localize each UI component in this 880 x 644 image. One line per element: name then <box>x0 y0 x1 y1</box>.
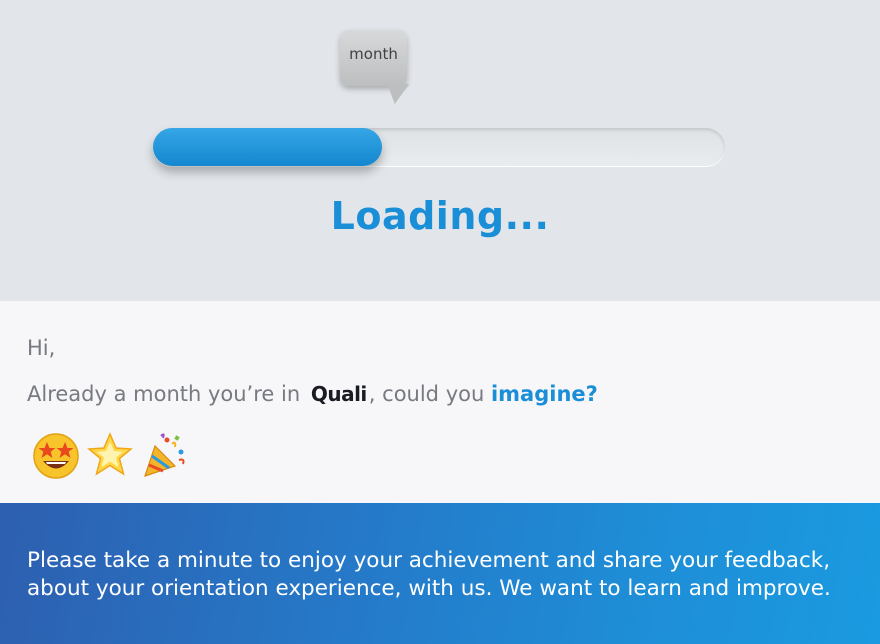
brand-name: Quali <box>310 382 367 406</box>
glowing-star-icon <box>85 430 135 480</box>
loading-label: Loading... <box>330 194 550 238</box>
month-tooltip-label: month <box>349 45 398 63</box>
quali-logo: Quali <box>311 382 367 406</box>
star-struck-face-icon <box>31 430 81 480</box>
message-accent: imagine? <box>490 382 598 406</box>
tooltip-tail <box>380 84 410 104</box>
greeting: Hi, <box>27 336 56 360</box>
party-popper-icon <box>139 430 189 480</box>
message-before: Already a month you’re in <box>27 382 301 406</box>
message-after: , could you <box>368 382 485 406</box>
loading-hero: month Loading... <box>0 0 880 301</box>
feedback-banner: Please take a minute to enjoy your achie… <box>0 503 880 644</box>
emoji-row <box>31 430 189 480</box>
banner-text: Please take a minute to enjoy your achie… <box>27 548 831 601</box>
month-tooltip: month <box>340 30 407 86</box>
progress-fill <box>153 128 382 166</box>
message-line: Already a month you’re in Quali, could y… <box>27 382 598 406</box>
